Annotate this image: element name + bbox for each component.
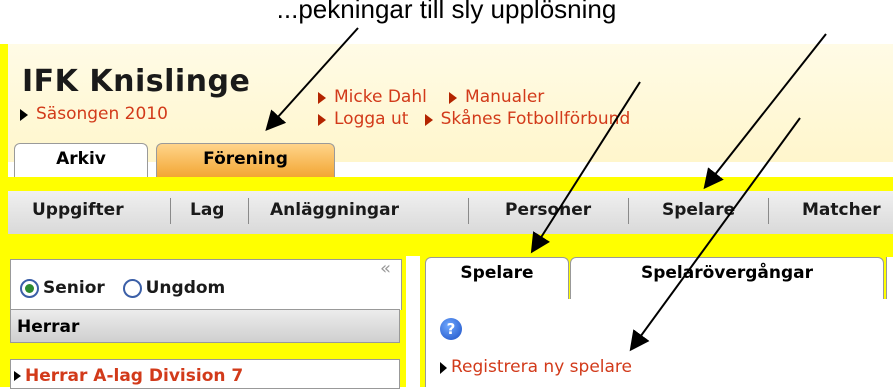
season-link-text[interactable]: Säsongen 2010 xyxy=(36,104,168,124)
tab-edge xyxy=(886,257,893,299)
radio-senior[interactable] xyxy=(20,278,39,298)
nav-separator xyxy=(628,198,629,224)
left-accent-bar xyxy=(0,44,8,387)
register-player-link[interactable]: Registrera ny spelare xyxy=(440,357,632,377)
nav-item-spelare[interactable]: Spelare xyxy=(662,200,735,220)
tab-spelare[interactable]: Spelare xyxy=(425,257,569,300)
tab-forening[interactable]: Förening xyxy=(156,143,335,178)
nav-separator xyxy=(248,198,249,224)
radio-senior-label[interactable]: Senior xyxy=(43,278,105,298)
season-link[interactable]: Säsongen 2010 xyxy=(20,104,168,124)
federation-link[interactable]: Skånes Fotbollförbund xyxy=(441,109,631,129)
help-icon[interactable]: ? xyxy=(440,318,462,340)
left-panel-gap xyxy=(10,343,400,359)
nav-separator xyxy=(170,198,171,224)
team-link[interactable]: Herrar A-lag Division 7 xyxy=(14,366,243,386)
triangle-bullet-icon xyxy=(440,361,447,374)
main-navbar xyxy=(8,191,893,235)
logout-link[interactable]: Logga ut xyxy=(334,109,408,129)
nav-separator xyxy=(468,198,469,224)
yellow-divider xyxy=(8,177,893,191)
caption-text: ...pekningar till sly upplösning xyxy=(276,0,617,24)
radio-ungdom[interactable] xyxy=(122,278,142,298)
triangle-bullet-icon xyxy=(14,371,21,381)
nav-item-uppgifter[interactable]: Uppgifter xyxy=(32,200,124,220)
triangle-bullet-icon xyxy=(318,113,326,126)
nav-item-matcher[interactable]: Matcher xyxy=(802,200,881,220)
nav-item-lag[interactable]: Lag xyxy=(190,200,224,220)
triangle-bullet-icon xyxy=(20,108,28,121)
triangle-bullet-icon xyxy=(449,91,458,104)
manuals-link[interactable]: Manualer xyxy=(465,87,544,107)
tab-arkiv[interactable]: Arkiv xyxy=(14,143,148,178)
nav-item-personer[interactable]: Personer xyxy=(505,200,591,220)
yellow-divider xyxy=(8,234,893,256)
top-links-row-1: Micke Dahl Manualer xyxy=(318,87,544,107)
team-link-label[interactable]: Herrar A-lag Division 7 xyxy=(25,366,243,386)
level-radio-group: Senior Ungdom xyxy=(20,278,225,298)
triangle-bullet-icon xyxy=(424,113,433,126)
club-title: IFK Knislinge xyxy=(22,64,251,99)
register-player-label[interactable]: Registrera ny spelare xyxy=(451,357,632,377)
collapse-panel-icon[interactable]: « xyxy=(380,258,391,279)
nav-item-anlaggningar[interactable]: Anläggningar xyxy=(270,200,399,220)
triangle-bullet-icon xyxy=(318,91,326,104)
nav-separator xyxy=(768,198,769,224)
user-link[interactable]: Micke Dahl xyxy=(334,87,427,107)
section-header-herrar: Herrar xyxy=(10,309,400,343)
radio-ungdom-label[interactable]: Ungdom xyxy=(146,278,226,298)
top-links-row-2: Logga ut Skånes Fotbollförbund xyxy=(318,109,630,129)
tab-spelarovergangar[interactable]: Spelarövergångar xyxy=(570,257,884,301)
